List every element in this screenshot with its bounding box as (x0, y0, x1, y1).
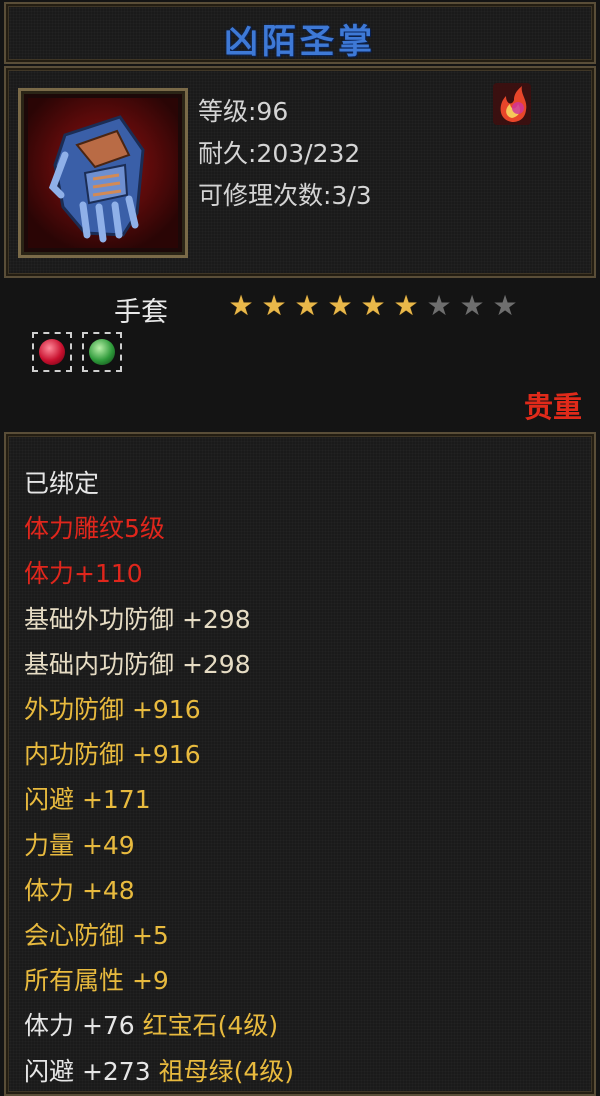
gem-name: 祖母绿(4级) (158, 1056, 294, 1086)
item-type: 手套 (114, 297, 168, 328)
star-empty-icon: ★ (426, 289, 452, 322)
star-filled-icon: ★ (327, 289, 353, 322)
title-bar: 凶陌圣掌 (4, 2, 596, 64)
attribute-line: 会心防御 +5 (24, 921, 169, 950)
star-filled-icon: ★ (228, 289, 254, 322)
item-header-panel: 等级:96 耐久:203/232 可修理次数:3/3 (4, 66, 596, 278)
gem-bonus-line: 闪避 +273 祖母绿(4级) (24, 1052, 294, 1088)
attribute-line: 外功防御 +916 (24, 695, 201, 724)
attribute-line: 体力+110 (24, 559, 143, 589)
attribute-line: 体力雕纹5级 (24, 514, 165, 544)
emerald-gem-icon (89, 339, 115, 365)
gem-slot-2[interactable] (82, 332, 122, 372)
item-icon-frame[interactable] (18, 88, 188, 258)
star-rating: ★ ★ ★ ★ ★ ★ ★ ★ ★ (226, 290, 520, 322)
flame-orb-icon (493, 83, 531, 125)
attribute-panel: 已绑定体力雕纹5级 体力+110 基础外功防御 +298 基础内功防御 +298 外功防… (4, 432, 596, 1096)
gem-bonus-stat: 闪避 +273 (24, 1056, 159, 1086)
star-filled-icon: ★ (393, 289, 419, 322)
gem-bonus-stat: 体力 +76 (24, 1011, 143, 1041)
star-empty-icon: ★ (492, 289, 518, 322)
attribute-line: 力量 +49 (24, 830, 135, 860)
item-repair-count: 可修理次数:3/3 (198, 181, 372, 210)
attribute-line: 体力 +48 (24, 875, 135, 905)
rarity-label: 贵重 (523, 390, 582, 424)
ruby-gem-icon (39, 339, 65, 365)
gem-slot-1[interactable] (32, 332, 72, 372)
gem-name: 红宝石(4级) (142, 1011, 279, 1041)
blue-gauntlet-icon (48, 115, 145, 243)
attribute-line: 闪避 +171 (24, 785, 151, 815)
attribute-line: 已绑定 (24, 469, 100, 498)
item-durability: 耐久:203/232 (198, 139, 361, 168)
item-level: 等级:96 (198, 97, 289, 126)
item-name: 凶陌圣掌 (224, 22, 376, 62)
attribute-line: 内功防御 +916 (24, 740, 201, 770)
star-filled-icon: ★ (261, 289, 287, 322)
star-empty-icon: ★ (459, 289, 485, 322)
star-filled-icon: ★ (294, 289, 320, 322)
gem-bonus-line: 体力 +76 红宝石(4级) (24, 1006, 278, 1042)
attribute-line: 基础内功防御 +298 (24, 649, 251, 679)
star-filled-icon: ★ (360, 289, 386, 322)
item-type-panel: 手套 ★ ★ ★ ★ ★ ★ ★ ★ ★ 贵重 (4, 276, 596, 424)
attribute-line: 基础外功防御 +298 (24, 604, 251, 634)
attribute-line: 所有属性 +9 (24, 966, 169, 996)
